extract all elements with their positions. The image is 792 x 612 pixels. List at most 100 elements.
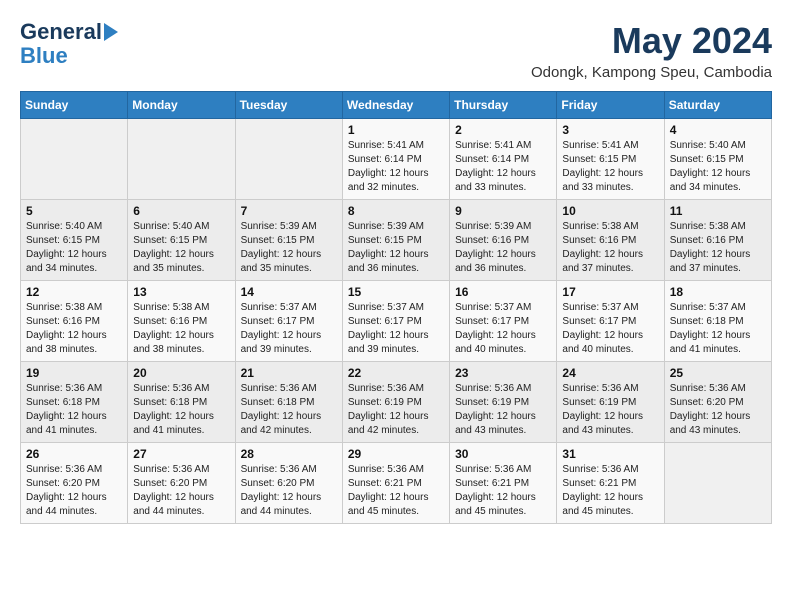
- calendar-day-4: 4 Sunrise: 5:40 AM Sunset: 6:15 PM Daylig…: [664, 119, 771, 200]
- logo-arrow-icon: [104, 23, 118, 41]
- calendar-table: SundayMondayTuesdayWednesdayThursdayFrid…: [20, 91, 772, 524]
- day-number: 14: [241, 285, 337, 299]
- day-info: Sunrise: 5:37 AM Sunset: 6:17 PM Dayligh…: [455, 301, 551, 357]
- calendar-week-row: 5 Sunrise: 5:40 AM Sunset: 6:15 PM Daylig…: [21, 200, 772, 281]
- calendar-day-6: 6 Sunrise: 5:40 AM Sunset: 6:15 PM Daylig…: [128, 200, 235, 281]
- title-block: May 2024 Odongk, Kampong Speu, Cambodia: [531, 20, 772, 81]
- day-info: Sunrise: 5:41 AM Sunset: 6:14 PM Dayligh…: [348, 139, 444, 195]
- day-info: Sunrise: 5:36 AM Sunset: 6:19 PM Dayligh…: [562, 382, 658, 438]
- calendar-day-7: 7 Sunrise: 5:39 AM Sunset: 6:15 PM Daylig…: [235, 200, 342, 281]
- day-info: Sunrise: 5:36 AM Sunset: 6:18 PM Dayligh…: [26, 382, 122, 438]
- day-info: Sunrise: 5:37 AM Sunset: 6:17 PM Dayligh…: [562, 301, 658, 357]
- day-number: 1: [348, 123, 444, 137]
- day-number: 25: [670, 366, 766, 380]
- calendar-day-16: 16Sunrise: 5:37 AM Sunset: 6:17 PM Dayli…: [450, 281, 557, 362]
- day-number: 26: [26, 447, 122, 461]
- calendar-day-18: 18 Sunrise: 5:37 AM Sunset: 6:18 PM Dayli…: [664, 281, 771, 362]
- calendar-header-row: SundayMondayTuesdayWednesdayThursdayFrid…: [21, 92, 772, 119]
- calendar-week-row: 12Sunrise: 5:38 AM Sunset: 6:16 PM Dayli…: [21, 281, 772, 362]
- calendar-day-29: 29Sunrise: 5:36 AM Sunset: 6:21 PM Dayli…: [342, 443, 449, 524]
- day-number: 15: [348, 285, 444, 299]
- day-number: 8: [348, 204, 444, 218]
- calendar-day-13: 13Sunrise: 5:38 AM Sunset: 6:16 PM Dayli…: [128, 281, 235, 362]
- calendar-day-22: 22 Sunrise: 5:36 AM Sunset: 6:19 PM Dayli…: [342, 362, 449, 443]
- calendar-day-24: 24 Sunrise: 5:36 AM Sunset: 6:19 PM Dayli…: [557, 362, 664, 443]
- day-info: Sunrise: 5:36 AM Sunset: 6:21 PM Dayligh…: [455, 463, 551, 519]
- weekday-header-wednesday: Wednesday: [342, 92, 449, 119]
- calendar-day-10: 10Sunrise: 5:38 AM Sunset: 6:16 PM Dayli…: [557, 200, 664, 281]
- day-number: 7: [241, 204, 337, 218]
- calendar-day-31: 31 Sunrise: 5:36 AM Sunset: 6:21 PM Dayli…: [557, 443, 664, 524]
- calendar-empty-cell: [21, 119, 128, 200]
- day-number: 28: [241, 447, 337, 461]
- calendar-day-25: 25Sunrise: 5:36 AM Sunset: 6:20 PM Dayli…: [664, 362, 771, 443]
- day-number: 21: [241, 366, 337, 380]
- day-info: Sunrise: 5:36 AM Sunset: 6:18 PM Dayligh…: [241, 382, 337, 438]
- calendar-week-row: 1 Sunrise: 5:41 AM Sunset: 6:14 PM Daylig…: [21, 119, 772, 200]
- calendar-day-21: 21 Sunrise: 5:36 AM Sunset: 6:18 PM Dayli…: [235, 362, 342, 443]
- calendar-day-5: 5 Sunrise: 5:40 AM Sunset: 6:15 PM Daylig…: [21, 200, 128, 281]
- day-number: 20: [133, 366, 229, 380]
- location-title: Odongk, Kampong Speu, Cambodia: [531, 64, 772, 81]
- day-number: 18: [670, 285, 766, 299]
- day-info: Sunrise: 5:39 AM Sunset: 6:15 PM Dayligh…: [348, 220, 444, 276]
- calendar-day-1: 1 Sunrise: 5:41 AM Sunset: 6:14 PM Daylig…: [342, 119, 449, 200]
- calendar-day-20: 20 Sunrise: 5:36 AM Sunset: 6:18 PM Dayli…: [128, 362, 235, 443]
- calendar-day-19: 19 Sunrise: 5:36 AM Sunset: 6:18 PM Dayli…: [21, 362, 128, 443]
- day-info: Sunrise: 5:36 AM Sunset: 6:18 PM Dayligh…: [133, 382, 229, 438]
- weekday-header-tuesday: Tuesday: [235, 92, 342, 119]
- weekday-header-thursday: Thursday: [450, 92, 557, 119]
- logo-blue: Blue: [20, 44, 68, 68]
- day-number: 22: [348, 366, 444, 380]
- day-info: Sunrise: 5:38 AM Sunset: 6:16 PM Dayligh…: [670, 220, 766, 276]
- day-info: Sunrise: 5:36 AM Sunset: 6:21 PM Dayligh…: [348, 463, 444, 519]
- day-number: 5: [26, 204, 122, 218]
- day-info: Sunrise: 5:41 AM Sunset: 6:15 PM Dayligh…: [562, 139, 658, 195]
- day-info: Sunrise: 5:41 AM Sunset: 6:14 PM Dayligh…: [455, 139, 551, 195]
- calendar-empty-cell: [128, 119, 235, 200]
- day-number: 19: [26, 366, 122, 380]
- weekday-header-friday: Friday: [557, 92, 664, 119]
- calendar-day-2: 2 Sunrise: 5:41 AM Sunset: 6:14 PM Daylig…: [450, 119, 557, 200]
- calendar-week-row: 19 Sunrise: 5:36 AM Sunset: 6:18 PM Dayli…: [21, 362, 772, 443]
- calendar-day-8: 8 Sunrise: 5:39 AM Sunset: 6:15 PM Daylig…: [342, 200, 449, 281]
- day-info: Sunrise: 5:37 AM Sunset: 6:17 PM Dayligh…: [348, 301, 444, 357]
- day-number: 6: [133, 204, 229, 218]
- logo-general: General: [20, 20, 102, 44]
- day-number: 13: [133, 285, 229, 299]
- day-info: Sunrise: 5:39 AM Sunset: 6:15 PM Dayligh…: [241, 220, 337, 276]
- day-info: Sunrise: 5:39 AM Sunset: 6:16 PM Dayligh…: [455, 220, 551, 276]
- day-number: 4: [670, 123, 766, 137]
- calendar-empty-cell: [235, 119, 342, 200]
- day-info: Sunrise: 5:36 AM Sunset: 6:20 PM Dayligh…: [241, 463, 337, 519]
- weekday-header-sunday: Sunday: [21, 92, 128, 119]
- weekday-header-monday: Monday: [128, 92, 235, 119]
- calendar-day-23: 23Sunrise: 5:36 AM Sunset: 6:19 PM Dayli…: [450, 362, 557, 443]
- day-number: 2: [455, 123, 551, 137]
- day-number: 24: [562, 366, 658, 380]
- day-number: 12: [26, 285, 122, 299]
- page-header: General Blue May 2024 Odongk, Kampong Sp…: [20, 20, 772, 81]
- day-number: 11: [670, 204, 766, 218]
- day-info: Sunrise: 5:40 AM Sunset: 6:15 PM Dayligh…: [670, 139, 766, 195]
- day-number: 3: [562, 123, 658, 137]
- day-number: 10: [562, 204, 658, 218]
- day-number: 31: [562, 447, 658, 461]
- calendar-day-9: 9Sunrise: 5:39 AM Sunset: 6:16 PM Daylig…: [450, 200, 557, 281]
- day-info: Sunrise: 5:37 AM Sunset: 6:17 PM Dayligh…: [241, 301, 337, 357]
- day-info: Sunrise: 5:36 AM Sunset: 6:21 PM Dayligh…: [562, 463, 658, 519]
- calendar-day-12: 12Sunrise: 5:38 AM Sunset: 6:16 PM Dayli…: [21, 281, 128, 362]
- day-info: Sunrise: 5:40 AM Sunset: 6:15 PM Dayligh…: [26, 220, 122, 276]
- day-info: Sunrise: 5:40 AM Sunset: 6:15 PM Dayligh…: [133, 220, 229, 276]
- calendar-day-17: 17Sunrise: 5:37 AM Sunset: 6:17 PM Dayli…: [557, 281, 664, 362]
- calendar-empty-cell: [664, 443, 771, 524]
- calendar-day-14: 14 Sunrise: 5:37 AM Sunset: 6:17 PM Dayli…: [235, 281, 342, 362]
- day-info: Sunrise: 5:36 AM Sunset: 6:20 PM Dayligh…: [133, 463, 229, 519]
- calendar-day-11: 11 Sunrise: 5:38 AM Sunset: 6:16 PM Dayli…: [664, 200, 771, 281]
- calendar-day-26: 26Sunrise: 5:36 AM Sunset: 6:20 PM Dayli…: [21, 443, 128, 524]
- calendar-day-15: 15 Sunrise: 5:37 AM Sunset: 6:17 PM Dayli…: [342, 281, 449, 362]
- day-number: 23: [455, 366, 551, 380]
- day-number: 30: [455, 447, 551, 461]
- day-info: Sunrise: 5:36 AM Sunset: 6:19 PM Dayligh…: [348, 382, 444, 438]
- day-info: Sunrise: 5:37 AM Sunset: 6:18 PM Dayligh…: [670, 301, 766, 357]
